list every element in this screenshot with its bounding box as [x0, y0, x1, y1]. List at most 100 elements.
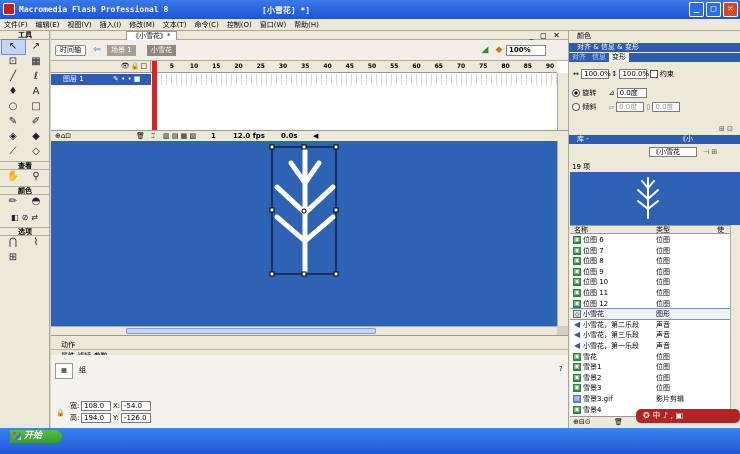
skew-radio[interactable]	[572, 103, 580, 111]
snap-magnet-icon[interactable]: ⋂	[2, 236, 25, 250]
brush-tool-icon[interactable]: ✐	[25, 115, 48, 129]
transform-action-icons[interactable]: ⊞ ⊡	[719, 125, 733, 133]
lasso-tool-icon[interactable]: ℓ	[25, 70, 48, 84]
stage-horizontal-scrollbar[interactable]	[51, 326, 557, 335]
onion-skin-icons[interactable]: ▥ ▤ ▦ ▧	[163, 131, 196, 141]
menu-item-2[interactable]: 视图(V)	[63, 19, 95, 30]
no-color-icon[interactable]: ⊘	[22, 212, 29, 224]
width-field[interactable]: 108.0	[81, 401, 111, 411]
menu-item-0[interactable]: 文件(F)	[0, 19, 32, 30]
menu-item-3[interactable]: 插入(I)	[96, 19, 126, 30]
text-tool-icon[interactable]: A	[25, 85, 48, 99]
document-window-controls[interactable]: _ ◻ ✕	[530, 31, 562, 40]
library-doc-select[interactable]: 《小雪花	[649, 147, 697, 157]
skew-h-field[interactable]: 0.0度	[616, 102, 645, 112]
library-item[interactable]: ◀ 小雪花，第一乐段 声音	[570, 341, 730, 351]
rotate-radio[interactable]	[572, 89, 580, 97]
color-panel-header[interactable]: 颜色	[569, 32, 740, 41]
library-item[interactable]: ▣ 位图 8 位图	[570, 256, 730, 266]
stroke-color-icon[interactable]: ✏	[2, 195, 25, 209]
back-arrow-icon[interactable]: ⇦	[91, 45, 103, 56]
delete-item-icon[interactable]: 🗑	[614, 417, 623, 428]
menu-item-7[interactable]: 控制(O)	[223, 19, 256, 30]
transform-tab-2[interactable]: 变形	[609, 53, 629, 62]
timeline-scrollbar[interactable]	[557, 73, 568, 130]
straighten-option-icon[interactable]: ⊞	[2, 251, 25, 265]
center-frame-icon[interactable]: ⌶	[151, 131, 155, 141]
zoom-select[interactable]: 100%	[506, 45, 546, 56]
scale-width-field[interactable]: 100.0%	[581, 69, 611, 79]
actions-panel-header[interactable]: 动作	[51, 341, 568, 350]
align-panel-header[interactable]: 对齐 & 信息 & 变形	[569, 43, 740, 52]
breadcrumb-symbol[interactable]: 小雪花	[147, 45, 176, 56]
rotate-field[interactable]: 0.0度	[616, 88, 647, 98]
subselect-tool-icon[interactable]: ↗	[25, 40, 48, 54]
menu-item-9[interactable]: 帮助(H)	[290, 19, 323, 30]
frame-strip[interactable]	[157, 74, 557, 85]
skew-v-field[interactable]: 0.0度	[652, 102, 681, 112]
y-field[interactable]: -126.0	[121, 413, 151, 423]
add-layer-icon[interactable]: ⊕⌂⊡	[55, 131, 71, 141]
library-item[interactable]: ▣ 雪花 位图	[570, 352, 730, 362]
layer-toggle-icons[interactable]: 👁🔒□	[121, 62, 148, 70]
x-field[interactable]: -54.0	[121, 401, 151, 411]
scale-height-field[interactable]: 100.0%	[619, 69, 649, 79]
new-symbol-icon[interactable]: ⊕⊟⊙	[573, 417, 591, 428]
stage-canvas[interactable]	[51, 141, 568, 326]
lock-icon[interactable]: 🔒	[56, 408, 65, 418]
library-item[interactable]: ▣ 位图 6 位图	[570, 235, 730, 245]
column-use[interactable]: 使	[717, 226, 724, 234]
playhead[interactable]	[152, 61, 157, 141]
library-item[interactable]: ◀ 小雪花，第二乐段 声音	[570, 320, 730, 330]
edit-scene-icon[interactable]: ◢	[479, 45, 491, 56]
constrain-checkbox[interactable]	[649, 70, 658, 78]
library-item[interactable]: ▣ 雪景1 位图	[570, 362, 730, 372]
library-item[interactable]: ◇ 小雪花 图形	[570, 308, 730, 321]
menu-item-1[interactable]: 编辑(E)	[32, 19, 64, 30]
line-tool-icon[interactable]: ╱	[2, 70, 25, 84]
library-panel-header[interactable]: 库 - 《小	[569, 135, 740, 144]
arrow-tool-icon[interactable]: ↖	[0, 39, 26, 55]
library-item[interactable]: ▣ 位图 10 位图	[570, 277, 730, 287]
column-type[interactable]: 类型	[656, 226, 670, 234]
delete-layer-icon[interactable]: 🗑	[136, 131, 145, 141]
snowflake-graphic[interactable]	[51, 141, 568, 326]
edit-symbol-icon[interactable]: ◆	[493, 45, 505, 56]
timeline-toggle-button[interactable]: 时间轴	[55, 45, 86, 56]
zoom-tool-icon[interactable]: ⚲	[25, 170, 48, 184]
height-field[interactable]: 194.0	[81, 413, 111, 423]
transform-tab-1[interactable]: 信息	[589, 53, 609, 62]
menu-item-4[interactable]: 修改(M)	[125, 19, 159, 30]
library-item[interactable]: ▣ 位图 7 位图	[570, 246, 730, 256]
minimize-button[interactable]: _	[689, 2, 704, 17]
black-white-icon[interactable]: ◧	[11, 212, 19, 224]
library-scrollbar[interactable]	[730, 225, 740, 416]
help-icon[interactable]: ?	[559, 364, 563, 374]
maximize-button[interactable]: □	[706, 2, 721, 17]
eyedropper-tool-icon[interactable]: ⟋	[2, 145, 25, 159]
rectangle-tool-icon[interactable]: □	[25, 100, 48, 114]
library-item[interactable]: ▤ 雪景3.gif 影片剪辑	[570, 394, 730, 404]
stage-scroll-thumb[interactable]	[126, 328, 376, 334]
close-button[interactable]: ✕	[723, 2, 738, 17]
layer-row[interactable]: 图层 1 ✎ • • ■	[51, 74, 151, 85]
free-transform-tool-icon[interactable]: ⊡	[2, 55, 25, 69]
library-pin-icon[interactable]: ⊣ ⊞	[703, 146, 717, 158]
fill-color-icon[interactable]: ◓	[25, 195, 48, 209]
pencil-tool-icon[interactable]: ✎	[2, 115, 25, 129]
menu-item-5[interactable]: 文本(T)	[159, 19, 191, 30]
transform-tab-0[interactable]: 对齐	[569, 53, 589, 62]
paint-bucket-tool-icon[interactable]: ◆	[25, 130, 48, 144]
pen-tool-icon[interactable]: ♦	[2, 85, 25, 99]
library-item[interactable]: ▣ 位图 12 位图	[570, 299, 730, 309]
frame-ruler[interactable]: 151015202530354045505560657075808590	[151, 61, 557, 73]
library-item[interactable]: ▣ 雪景3 位图	[570, 383, 730, 393]
smooth-option-icon[interactable]: ⌇	[25, 236, 48, 250]
ink-bottle-tool-icon[interactable]: ◈	[2, 130, 25, 144]
ime-toolbar[interactable]: ✪ 中 ♪ , ▣	[636, 409, 740, 423]
library-item[interactable]: ▣ 位图 11 位图	[570, 288, 730, 298]
menu-item-6[interactable]: 命令(C)	[190, 19, 222, 30]
fill-transform-tool-icon[interactable]: ▦	[25, 55, 48, 69]
start-button[interactable]: 开始	[10, 430, 62, 443]
hand-tool-icon[interactable]: ✋	[2, 170, 25, 184]
